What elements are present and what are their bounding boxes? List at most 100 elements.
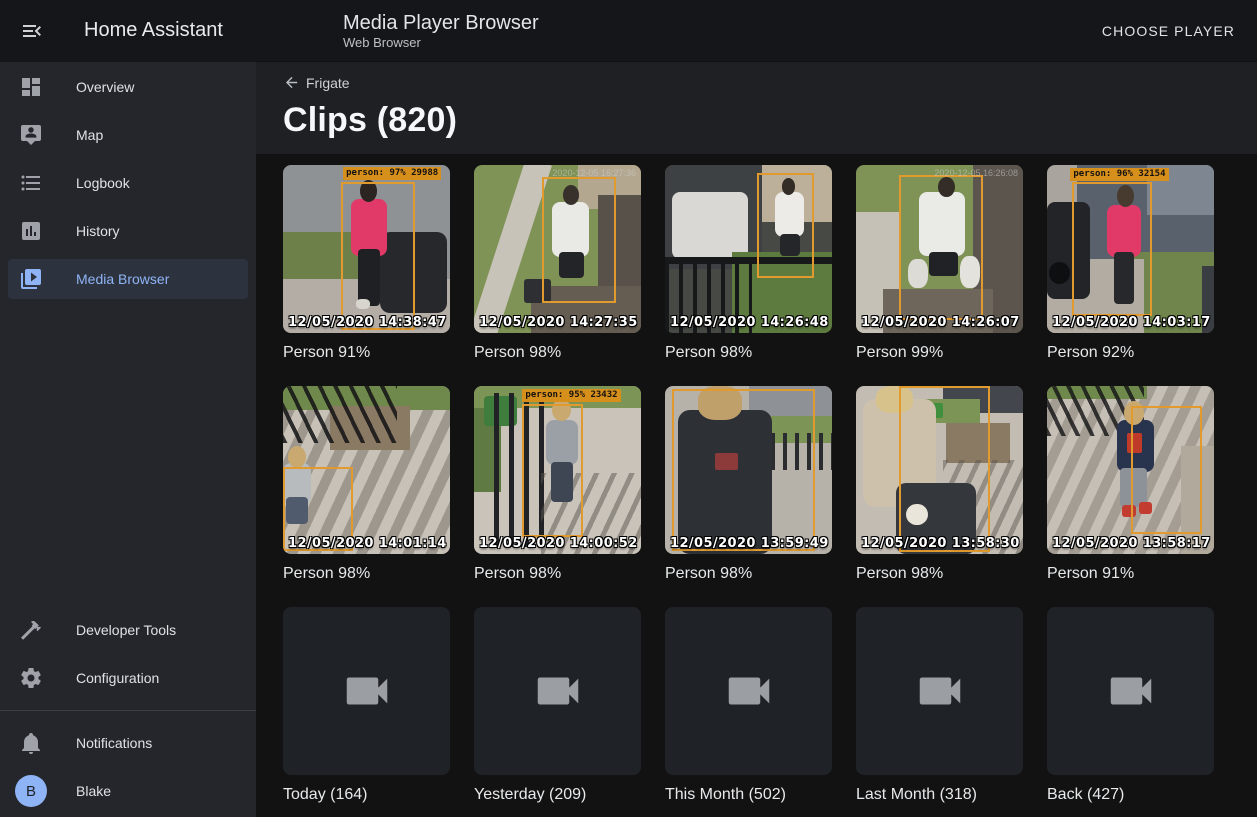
folder-thumbnail[interactable] — [283, 607, 450, 775]
clip-thumbnail[interactable]: 2020-12-05 16:27:36 12/05/2020 14:27:35 — [474, 165, 641, 333]
sidebar-item-overview[interactable]: Overview — [8, 67, 248, 107]
sidebar-nav-bottom: Developer Tools Configuration — [0, 610, 256, 706]
clip-thumbnail[interactable]: 12/05/2020 13:58:17 — [1047, 386, 1214, 554]
sidebar-item-history[interactable]: History — [8, 211, 248, 251]
detection-label: person: 96% 32154 — [1070, 168, 1168, 181]
tooltip-account-icon — [19, 123, 43, 147]
camera-timestamp: 12/05/2020 13:59:49 — [670, 536, 829, 551]
detection-box — [672, 389, 816, 550]
user-name: Blake — [76, 783, 111, 799]
video-camera-icon — [340, 664, 394, 718]
video-camera-icon — [531, 664, 585, 718]
detection-box — [899, 175, 983, 319]
camera-timestamp: 12/05/2020 13:58:30 — [861, 536, 1020, 551]
folder-item-this-month-502-[interactable]: This Month (502) — [665, 607, 832, 805]
folder-item-today-164-[interactable]: Today (164) — [283, 607, 450, 805]
video-camera-icon — [722, 664, 776, 718]
folder-thumbnail[interactable] — [474, 607, 641, 775]
app-title: Home Assistant — [84, 19, 223, 42]
detection-box — [341, 182, 414, 330]
sidebar-item-label: Media Browser — [76, 271, 169, 287]
toolbar: Media Player Browser Web Browser CHOOSE … — [256, 0, 1257, 61]
toolbar-subtitle: Web Browser — [343, 35, 539, 51]
sidebar-spacer — [0, 307, 256, 610]
clip-thumbnail[interactable]: person: 95% 23432 12/05/2020 14:00:52 — [474, 386, 641, 554]
detection-box — [757, 173, 814, 277]
folder-item-back-427-[interactable]: Back (427) — [1047, 607, 1214, 805]
folder-item-yesterday-209-[interactable]: Yesterday (209) — [474, 607, 641, 805]
clip-caption: Person 98% — [474, 564, 641, 584]
folder-thumbnail[interactable] — [1047, 607, 1214, 775]
clip-item[interactable]: person: 96% 32154 12/05/2020 14:03:17 Pe… — [1047, 165, 1214, 363]
sidebar-item-map[interactable]: Map — [8, 115, 248, 155]
clip-caption: Person 92% — [1047, 343, 1214, 363]
sidebar-item-notifications[interactable]: Notifications — [8, 723, 248, 763]
scene-layer — [283, 386, 397, 443]
clip-item[interactable]: person: 95% 23432 12/05/2020 14:00:52 Pe… — [474, 386, 641, 584]
detection-box — [899, 386, 989, 552]
avatar: B — [15, 775, 47, 807]
toolbar-title: Media Player Browser — [343, 11, 539, 35]
clip-caption: Person 98% — [665, 564, 832, 584]
sidebar-divider — [0, 710, 256, 711]
sidebar: Overview Map Logbook History Media Brows… — [0, 61, 256, 817]
media-browser-content: Frigate Clips (820) person: 97% 29988 12… — [256, 61, 1257, 817]
chart-box-icon — [19, 219, 43, 243]
detection-box — [1072, 182, 1152, 316]
sidebar-item-developer-tools[interactable]: Developer Tools — [8, 610, 248, 650]
detection-box — [522, 404, 582, 537]
camera-timestamp: 12/05/2020 14:00:52 — [479, 536, 638, 551]
sidebar-item-logbook[interactable]: Logbook — [8, 163, 248, 203]
breadcrumb-label: Frigate — [306, 75, 350, 91]
view-dashboard-icon — [19, 75, 43, 99]
camera-timestamp: 12/05/2020 14:38:47 — [288, 315, 447, 330]
clip-caption: Person 99% — [856, 343, 1023, 363]
clip-item[interactable]: 12/05/2020 13:59:49 Person 98% — [665, 386, 832, 584]
sidebar-header: Home Assistant — [0, 0, 256, 61]
app-header: Home Assistant Media Player Browser Web … — [0, 0, 1257, 61]
sidebar-item-media-browser[interactable]: Media Browser — [8, 259, 248, 299]
menu-collapse-icon — [20, 19, 44, 43]
clip-caption: Person 98% — [283, 564, 450, 584]
detection-box — [542, 177, 615, 303]
bell-icon — [19, 731, 43, 755]
clip-thumbnail[interactable]: 12/05/2020 13:59:49 — [665, 386, 832, 554]
folder-thumbnail[interactable] — [856, 607, 1023, 775]
detection-label: person: 97% 29988 — [343, 167, 441, 180]
clip-thumbnail[interactable]: 12/05/2020 14:26:48 — [665, 165, 832, 333]
detection-box — [1131, 406, 1203, 534]
clip-item[interactable]: 12/05/2020 13:58:17 Person 91% — [1047, 386, 1214, 584]
sidebar-item-label: Configuration — [76, 670, 159, 686]
clip-item[interactable]: 2020-12-05 16:27:36 12/05/2020 14:27:35 … — [474, 165, 641, 363]
play-box-multiple-icon — [19, 267, 43, 291]
folder-caption: Back (427) — [1047, 785, 1214, 805]
camera-timestamp: 12/05/2020 14:01:14 — [288, 536, 447, 551]
folder-thumbnail[interactable] — [665, 607, 832, 775]
clip-caption: Person 91% — [283, 343, 450, 363]
sidebar-item-label: Notifications — [76, 735, 152, 751]
clip-thumbnail[interactable]: 12/05/2020 14:01:14 — [283, 386, 450, 554]
choose-player-button[interactable]: CHOOSE PLAYER — [1096, 22, 1241, 40]
sidebar-item-user[interactable]: B Blake — [8, 771, 248, 811]
home-assistant-app: Home Assistant Media Player Browser Web … — [0, 0, 1257, 817]
cog-icon — [19, 666, 43, 690]
clip-thumbnail[interactable]: person: 97% 29988 12/05/2020 14:38:47 — [283, 165, 450, 333]
folder-caption: Yesterday (209) — [474, 785, 641, 805]
sidebar-item-configuration[interactable]: Configuration — [8, 658, 248, 698]
detection-label: person: 95% 23432 — [522, 389, 620, 402]
camera-timestamp: 12/05/2020 13:58:17 — [1052, 536, 1211, 551]
scene-layer — [672, 192, 749, 259]
camera-timestamp: 12/05/2020 14:03:17 — [1052, 315, 1211, 330]
clip-item[interactable]: 12/05/2020 14:01:14 Person 98% — [283, 386, 450, 584]
clip-item[interactable]: 12/05/2020 13:58:30 Person 98% — [856, 386, 1023, 584]
breadcrumb-back-link[interactable]: Frigate — [283, 74, 350, 91]
clip-item[interactable]: 12/05/2020 14:26:48 Person 98% — [665, 165, 832, 363]
clip-item[interactable]: 2020-12-05 16:26:08 12/05/2020 14:26:07 … — [856, 165, 1023, 363]
clip-thumbnail[interactable]: 12/05/2020 13:58:30 — [856, 386, 1023, 554]
sidebar-toggle-button[interactable] — [20, 19, 44, 43]
clip-item[interactable]: person: 97% 29988 12/05/2020 14:38:47 Pe… — [283, 165, 450, 363]
camera-utc-timestamp: 2020-12-05 16:27:36 — [552, 168, 636, 178]
clip-thumbnail[interactable]: person: 96% 32154 12/05/2020 14:03:17 — [1047, 165, 1214, 333]
clip-thumbnail[interactable]: 2020-12-05 16:26:08 12/05/2020 14:26:07 — [856, 165, 1023, 333]
folder-item-last-month-318-[interactable]: Last Month (318) — [856, 607, 1023, 805]
